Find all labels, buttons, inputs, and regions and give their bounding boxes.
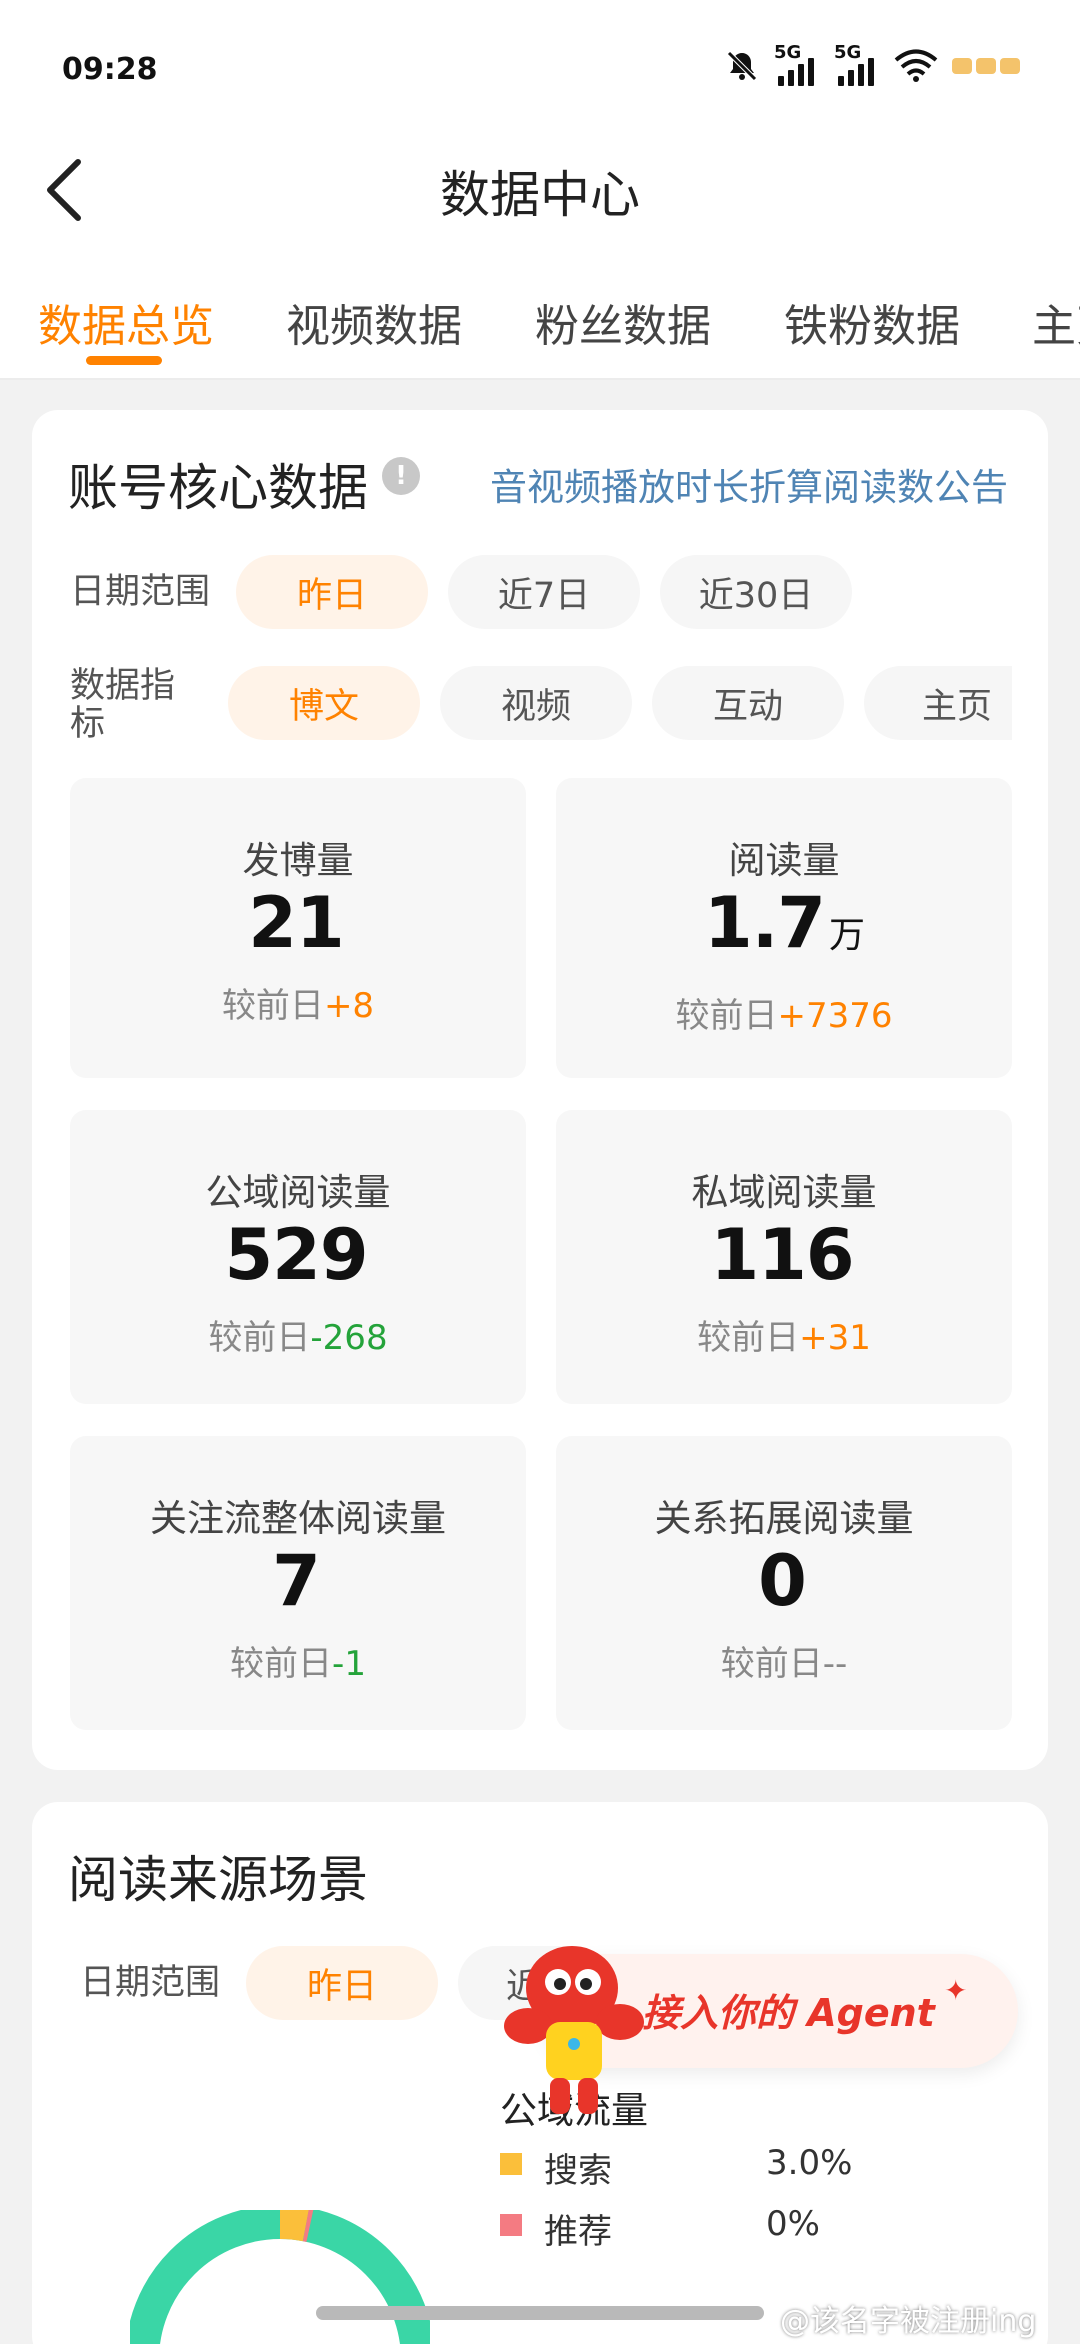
reading-source-title: 阅读来源场景 [68, 1851, 368, 1909]
legend-value: 0% [766, 2204, 820, 2244]
metric-value: 21 [248, 882, 344, 964]
metric-tile-posts[interactable]: 发博量 21 较前日+8 [70, 778, 526, 1078]
metric-value: 1.7 万 [703, 882, 865, 964]
tab-video-data[interactable]: 视频数据 [286, 290, 462, 354]
tab-active-indicator [86, 356, 162, 365]
metric-label: 公域阅读量 [205, 1171, 391, 1214]
date-option-7days[interactable]: 近7日 [448, 555, 640, 629]
metric-label: 发博量 [242, 839, 354, 882]
legend-swatch [500, 2153, 522, 2175]
lobster-mascot-icon [504, 1946, 644, 2114]
metric-label: 阅读量 [728, 839, 840, 882]
tab-iron-fans-data[interactable]: 铁粉数据 [784, 290, 960, 354]
source-donut-chart [130, 2210, 430, 2344]
legend-name: 搜索 [544, 2151, 612, 2191]
metric-value: 7 [272, 1540, 321, 1622]
metric-option-interaction[interactable]: 互动 [652, 666, 844, 740]
date-option-yesterday[interactable]: 昨日 [236, 555, 428, 629]
metric-value: 529 [224, 1214, 368, 1296]
exclamation-circle-icon[interactable]: ! [382, 457, 420, 495]
metric-type-label-cont: 标 [70, 704, 106, 744]
metric-value: 116 [710, 1214, 854, 1296]
agent-banner[interactable]: 接入你的 Agent ✦ [498, 1930, 1018, 2126]
metric-tile-reads[interactable]: 阅读量 1.7 万 较前日+7376 [556, 778, 1012, 1078]
metric-label: 关注流整体阅读量 [150, 1497, 446, 1540]
legend-value: 3.0% [766, 2143, 853, 2183]
core-data-title: 账号核心数据 [68, 459, 368, 517]
battery-icon [952, 58, 1020, 74]
metric-tile-follow-feed-reads[interactable]: 关注流整体阅读量 7 较前日-1 [70, 1436, 526, 1730]
metric-type-label: 数据指 [70, 666, 176, 706]
signal-label: 5G [834, 42, 862, 63]
signal-icon: 5G [834, 42, 880, 86]
legend-name: 推荐 [544, 2212, 612, 2252]
metric-label: 私域阅读量 [691, 1171, 877, 1214]
metric-option-posts[interactable]: 博文 [228, 666, 420, 740]
status-icons: 5G 5G [724, 42, 1020, 88]
metric-label: 关系拓展阅读量 [654, 1497, 914, 1540]
donut-recommend-segment [302, 2210, 314, 2242]
source-date-option-yesterday[interactable]: 昨日 [246, 1946, 438, 2020]
tab-fans-data[interactable]: 粉丝数据 [535, 290, 711, 354]
metric-delta: 较前日+7376 [675, 996, 893, 1036]
metric-delta: 较前日-1 [230, 1644, 366, 1684]
metric-tile-relation-reads[interactable]: 关系拓展阅读量 0 较前日-- [556, 1436, 1012, 1730]
metric-delta: 较前日+8 [221, 986, 375, 1026]
status-time: 09:28 [62, 52, 158, 87]
metric-tile-private-reads[interactable]: 私域阅读量 116 较前日+31 [556, 1110, 1012, 1404]
metric-delta: 较前日-268 [208, 1318, 388, 1358]
signal-icon: 5G [774, 42, 820, 86]
date-range-label: 日期范围 [80, 1963, 221, 2003]
donut-main-segment [130, 2210, 430, 2344]
page-title: 数据中心 [440, 166, 640, 224]
sparkle-icon: ✦ [944, 1974, 968, 2007]
metric-tile-public-reads[interactable]: 公域阅读量 529 较前日-268 [70, 1110, 526, 1404]
metric-delta: 较前日+31 [697, 1318, 871, 1358]
bell-off-icon [727, 51, 757, 81]
date-option-30days[interactable]: 近30日 [660, 555, 852, 629]
tab-bar: 数据总览 视频数据 粉丝数据 铁粉数据 主页 [0, 280, 1080, 360]
date-range-label: 日期范围 [70, 572, 211, 612]
signal-label: 5G [774, 42, 802, 63]
metric-option-video[interactable]: 视频 [440, 666, 632, 740]
wifi-icon [894, 49, 938, 82]
metric-option-homepage[interactable]: 主页 [864, 666, 1012, 740]
home-indicator[interactable] [316, 2306, 764, 2320]
divider [0, 378, 1080, 380]
metric-value: 0 [758, 1540, 807, 1622]
legend-swatch [500, 2214, 522, 2236]
tab-overview[interactable]: 数据总览 [38, 290, 214, 354]
notice-link[interactable]: 音视频播放时长折算阅读数公告 [490, 457, 1008, 511]
metric-delta: 较前日-- [720, 1644, 848, 1684]
tab-homepage[interactable]: 主页 [1032, 290, 1080, 354]
watermark: @该名字被注册ing [780, 2304, 1037, 2339]
donut-search-segment [279, 2210, 309, 2242]
agent-banner-text[interactable]: 接入你的 Agent [642, 1982, 935, 2037]
